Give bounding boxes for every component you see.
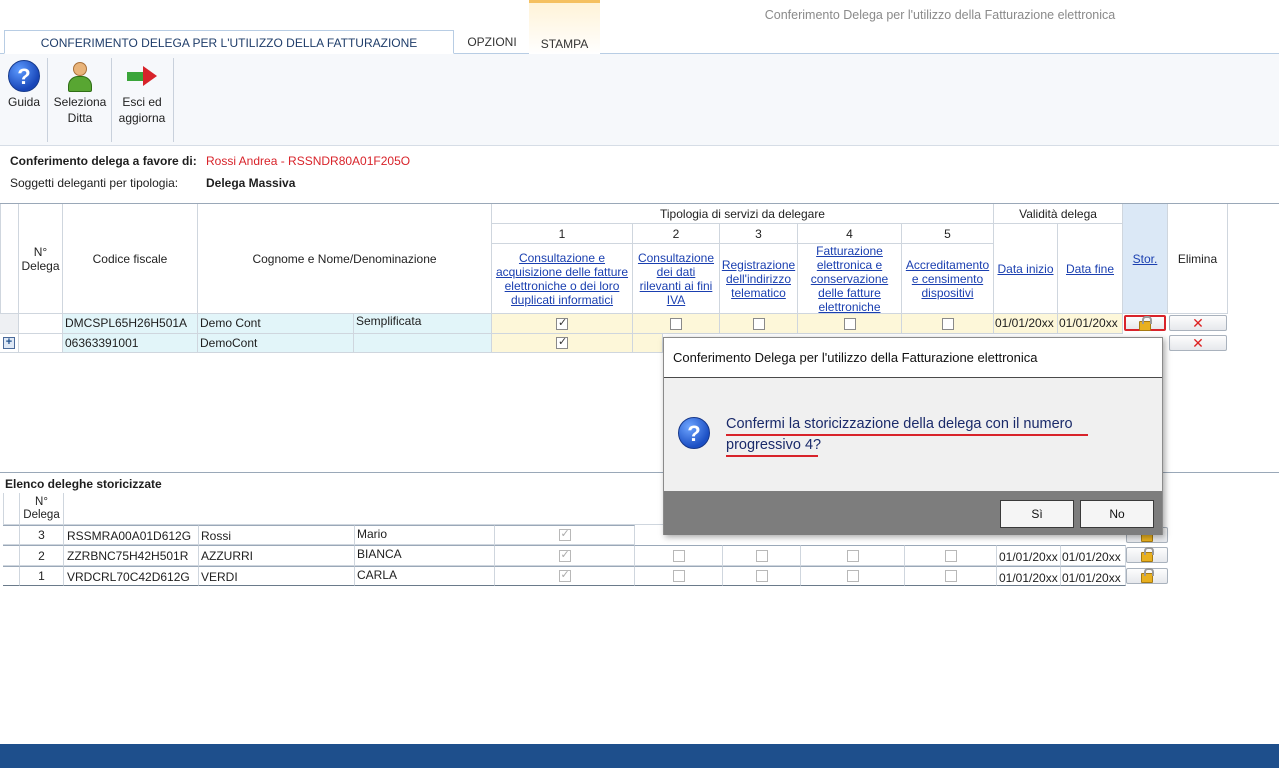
table-row-n — [19, 314, 63, 334]
tab-opzioni[interactable]: OPZIONI — [456, 30, 528, 54]
group-tipologia: Tipologia di servizi da delegare — [492, 204, 994, 224]
row2-regime[interactable] — [354, 334, 492, 353]
row2-check-1[interactable] — [492, 334, 633, 353]
storico-data-fine: 01/01/20xx — [1061, 566, 1126, 586]
close-icon: ✕ — [1192, 335, 1204, 351]
storico-cognome: AZZURRI — [199, 545, 355, 566]
service-1-link[interactable]: Consultazione e acquisizione delle fattu… — [492, 244, 633, 314]
storico-nome: CARLA — [355, 566, 495, 586]
tab-conferimento[interactable]: CONFERIMENTO DELEGA PER L'UTILIZZO DELLA… — [4, 30, 454, 74]
close-icon: ✕ — [1192, 315, 1204, 331]
row1-data-fine[interactable]: 01/01/20xx — [1058, 314, 1123, 334]
data-inizio-link[interactable]: Data inizio — [994, 224, 1058, 314]
dialog-footer: Sì No — [664, 491, 1162, 535]
row1-delete-button[interactable]: ✕ — [1169, 315, 1227, 331]
storico-lock-button[interactable] — [1126, 568, 1168, 584]
storico-lock-button[interactable] — [1126, 547, 1168, 563]
stor-link[interactable]: Stor. — [1123, 204, 1168, 314]
guida-button[interactable]: ? Guida — [4, 60, 44, 110]
lock-icon — [1139, 316, 1152, 331]
num-4: 4 — [798, 224, 902, 244]
num-2: 2 — [633, 224, 720, 244]
group-validita: Validità delega — [994, 204, 1123, 224]
ribbon-separator — [173, 58, 174, 142]
lock-icon — [1141, 547, 1154, 562]
table-row: 1 — [20, 566, 64, 586]
yes-button[interactable]: Sì — [1000, 500, 1074, 528]
row1-check-4[interactable] — [798, 314, 902, 334]
lock-icon — [1141, 568, 1154, 583]
esci-label-2: aggiorna — [118, 111, 166, 125]
storico-nome: Mario — [355, 525, 495, 545]
num-5: 5 — [902, 224, 994, 244]
storico-col-n: N° Delega — [20, 493, 64, 525]
row2-delete-button[interactable]: ✕ — [1169, 335, 1227, 351]
dialog-message-line1: Confermi la storicizzazione della delega… — [726, 416, 1073, 432]
num-1: 1 — [492, 224, 633, 244]
highlight-underline — [726, 455, 818, 457]
dialog-message-line2: progressivo 4? — [726, 437, 822, 453]
row2-nome[interactable]: DemoCont — [198, 334, 354, 353]
guida-label: Guida — [7, 95, 41, 109]
expand-icon[interactable]: + — [3, 337, 15, 349]
favore-value: Rossi Andrea - RSSNDR80A01F205O — [206, 154, 411, 168]
soggetti-value: Delega Massiva — [206, 176, 296, 190]
col-codice-fiscale: Codice fiscale — [63, 204, 198, 314]
row2-cf[interactable]: 06363391001 — [63, 334, 198, 353]
row1-check-3[interactable] — [720, 314, 798, 334]
col-elimina: Elimina — [1168, 204, 1228, 314]
service-5-link[interactable]: Accreditamento e censimento dispositivi — [902, 244, 994, 314]
tab-stampa[interactable]: STAMPA — [529, 0, 600, 54]
esci-aggiorna-button[interactable]: Esci ed aggiorna — [116, 60, 168, 126]
col-n-delega: N° Delega — [19, 204, 63, 314]
highlight-underline — [726, 434, 1088, 436]
table-row: 2 — [20, 545, 64, 566]
favore-label: Conferimento delega a favore di: — [10, 154, 197, 168]
storico-cognome: Rossi — [199, 525, 355, 545]
row1-regime[interactable]: Semplificata — [354, 314, 492, 334]
exit-arrow-icon — [125, 60, 159, 94]
storico-title: Elenco deleghe storicizzate — [5, 477, 162, 491]
service-2-link[interactable]: Consultazione dei dati rilevanti ai fini… — [633, 244, 720, 314]
storico-nome: BIANCA — [355, 545, 495, 566]
storico-data-fine: 01/01/20xx — [1061, 545, 1126, 566]
col-nome: Cognome e Nome/Denominazione — [198, 204, 492, 314]
esci-label-1: Esci ed — [122, 95, 162, 109]
seleziona-label-2: Ditta — [67, 111, 93, 125]
row1-nome[interactable]: Demo Cont — [198, 314, 354, 334]
num-3: 3 — [720, 224, 798, 244]
user-icon — [65, 60, 95, 94]
ribbon-separator — [111, 58, 112, 142]
seleziona-label-1: Seleziona — [53, 95, 107, 109]
dialog-body: ? Confermi la storicizzazione della dele… — [664, 378, 1162, 491]
table-row: 3 — [20, 525, 64, 545]
window-title: Conferimento Delega per l'utilizzo della… — [764, 8, 1116, 22]
confirm-dialog: Conferimento Delega per l'utilizzo della… — [663, 337, 1163, 535]
storico-cognome: VERDI — [199, 566, 355, 586]
storico-data-inizio: 01/01/20xx — [997, 566, 1061, 586]
storico-cf: ZZRBNC75H42H501R — [64, 545, 199, 566]
status-bar — [0, 744, 1279, 768]
seleziona-ditta-button[interactable]: Seleziona Ditta — [52, 60, 108, 126]
ribbon-separator — [47, 58, 48, 142]
row1-stor-button[interactable] — [1124, 315, 1166, 331]
soggetti-label: Soggetti deleganti per tipologia: — [10, 176, 179, 190]
service-4-link[interactable]: Fatturazione elettronica e conservazione… — [798, 244, 902, 314]
ribbon: ? Guida Seleziona Ditta Esci ed aggiorna — [0, 54, 1279, 146]
storico-data-inizio: 01/01/20xx — [997, 545, 1061, 566]
row1-data-inizio[interactable]: 01/01/20xx — [994, 314, 1058, 334]
dialog-title: Conferimento Delega per l'utilizzo della… — [664, 338, 1162, 378]
service-3-link[interactable]: Registrazione dell'indirizzo telematico — [720, 244, 798, 314]
row1-cf[interactable]: DMCSPL65H26H501A — [63, 314, 198, 334]
help-icon: ? — [8, 60, 40, 92]
row1-check-1[interactable] — [492, 314, 633, 334]
storico-cf: VRDCRL70C42D612G — [64, 566, 199, 586]
no-button[interactable]: No — [1080, 500, 1154, 528]
data-fine-link[interactable]: Data fine — [1058, 224, 1123, 314]
row1-check-5[interactable] — [902, 314, 994, 334]
question-icon: ? — [678, 417, 710, 449]
row1-check-2[interactable] — [633, 314, 720, 334]
storico-cf: RSSMRA00A01D612G — [64, 525, 199, 545]
